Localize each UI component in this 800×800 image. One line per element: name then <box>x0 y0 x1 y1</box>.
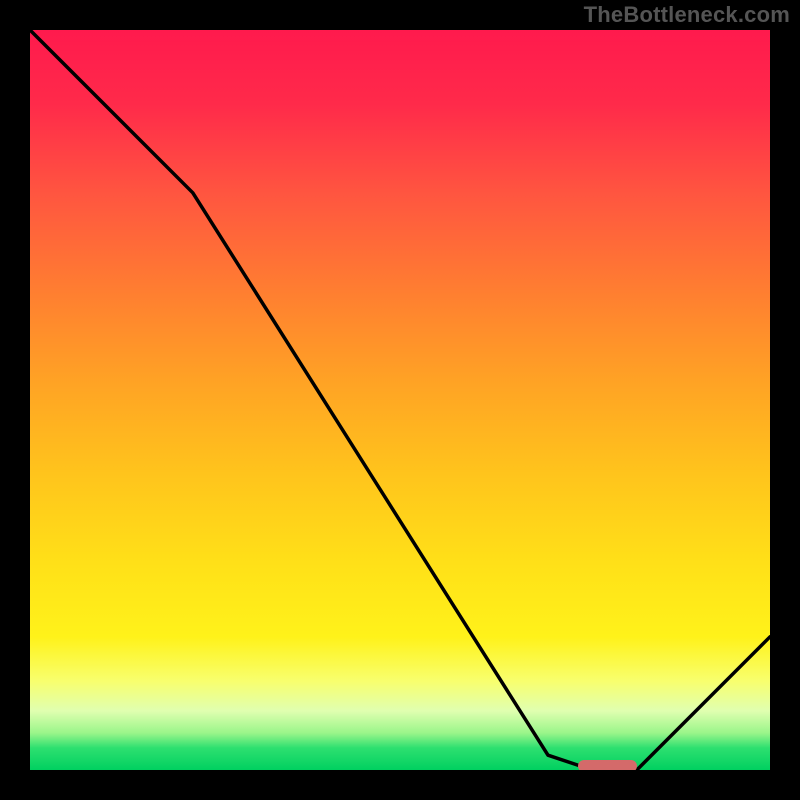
chart-frame: TheBottleneck.com <box>0 0 800 800</box>
watermark-text: TheBottleneck.com <box>584 2 790 28</box>
y-axis <box>0 0 30 800</box>
bottleneck-curve <box>30 30 770 770</box>
x-axis <box>0 770 800 800</box>
plot-area <box>30 30 770 770</box>
